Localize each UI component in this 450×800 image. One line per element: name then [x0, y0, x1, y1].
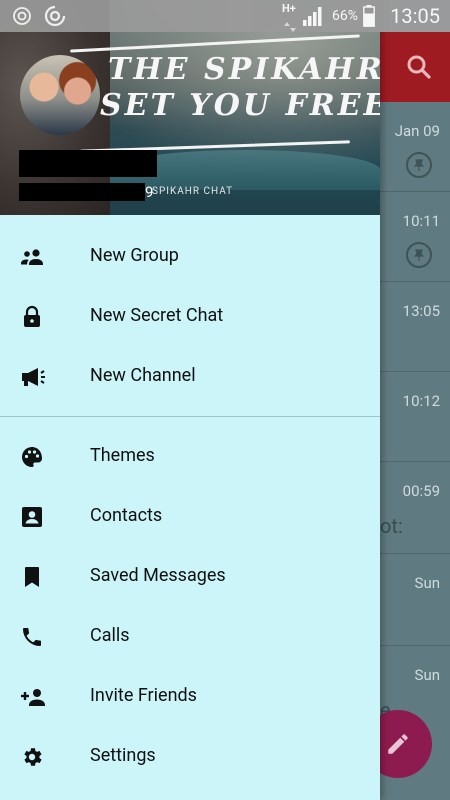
- menu-item-calls[interactable]: Calls: [0, 607, 380, 667]
- chat-row[interactable]: 00:59 ot:: [380, 462, 450, 554]
- banner-text: THE SPIKAHR: [108, 52, 380, 87]
- chat-time: 00:59: [402, 482, 440, 500]
- new-group-icon: [20, 245, 44, 269]
- avatar[interactable]: [20, 55, 100, 135]
- menu-item-new-channel[interactable]: New Channel: [0, 347, 380, 407]
- lock-icon: [20, 305, 44, 329]
- menu-item-saved-messages[interactable]: Saved Messages: [0, 547, 380, 607]
- menu-item-contacts[interactable]: Contacts: [0, 487, 380, 547]
- menu-item-new-group[interactable]: New Group: [0, 227, 380, 287]
- navigation-drawer: THE SPIKAHR SET YOU FREE 9 SPIKAHR CHAT …: [0, 0, 380, 800]
- sync-icon: [12, 6, 32, 30]
- header-watermark: SPIKAHR CHAT: [152, 186, 234, 197]
- app-notification-icon: [44, 5, 66, 31]
- chat-row[interactable]: 10:11: [380, 192, 450, 282]
- network-type: H+: [282, 2, 296, 15]
- menu-item-new-secret-chat[interactable]: New Secret Chat: [0, 287, 380, 347]
- menu-item-label: New Secret Chat: [90, 305, 224, 326]
- chat-time: 10:12: [402, 392, 440, 410]
- chat-time: Sun: [414, 666, 440, 684]
- menu-item-label: New Group: [90, 245, 179, 266]
- menu-item-label: Saved Messages: [90, 565, 226, 586]
- add-person-icon: [20, 685, 45, 709]
- data-arrows-icon: [284, 17, 296, 36]
- menu-divider: [0, 416, 380, 417]
- pin-icon: [406, 242, 432, 268]
- menu-item-label: Contacts: [90, 505, 163, 526]
- menu-item-settings[interactable]: Settings: [0, 727, 380, 787]
- menu-item-label: Themes: [90, 445, 155, 466]
- banner-text: SET YOU FREE: [100, 88, 380, 123]
- chat-row[interactable]: Sun: [380, 554, 450, 646]
- bookmark-icon: [20, 565, 44, 589]
- chat-time: Sun: [414, 574, 440, 592]
- menu-item-label: Settings: [90, 745, 156, 766]
- chat-time: 10:11: [402, 212, 440, 230]
- profile-name-redacted: [19, 150, 157, 177]
- chat-row[interactable]: 13:05: [380, 282, 450, 372]
- drawer-header[interactable]: THE SPIKAHR SET YOU FREE 9 SPIKAHR CHAT: [0, 0, 380, 215]
- pin-icon: [406, 152, 432, 178]
- battery-icon: [363, 5, 375, 31]
- signal-strength-icon: [303, 6, 325, 30]
- megaphone-icon: [20, 365, 45, 389]
- menu-item-label: Invite Friends: [90, 685, 197, 706]
- palette-icon: [20, 445, 44, 469]
- chat-row[interactable]: Jan 09: [380, 102, 450, 192]
- menu-item-invite-friends[interactable]: Invite Friends: [0, 667, 380, 727]
- chat-snippet: ot:: [380, 514, 403, 538]
- gear-icon: [20, 745, 44, 769]
- menu-item-label: New Channel: [90, 365, 196, 386]
- profile-phone-redacted: [19, 183, 145, 201]
- phone-icon: [20, 625, 44, 649]
- menu-item-label: Calls: [90, 625, 130, 646]
- battery-percent: 66%: [332, 8, 358, 24]
- status-clock: 13:05: [390, 4, 440, 28]
- menu-item-themes[interactable]: Themes: [0, 427, 380, 487]
- chat-time: Jan 09: [394, 122, 440, 140]
- search-icon[interactable]: [404, 52, 434, 82]
- contacts-icon: [20, 505, 44, 529]
- status-bar: H+ 66% 13:05: [0, 0, 450, 32]
- chat-time: 13:05: [402, 302, 440, 320]
- chat-row[interactable]: 10:12: [380, 372, 450, 462]
